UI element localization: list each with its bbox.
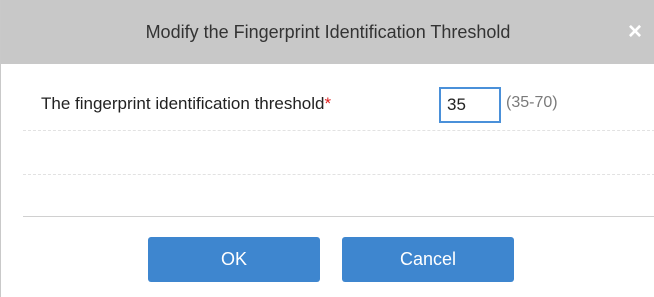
- footer-divider: [23, 216, 654, 217]
- threshold-dialog: Modify the Fingerprint Identification Th…: [0, 0, 654, 297]
- threshold-label: The fingerprint identification threshold…: [41, 94, 331, 114]
- dialog-titlebar: Modify the Fingerprint Identification Th…: [1, 0, 654, 64]
- required-marker: *: [324, 94, 332, 113]
- threshold-input[interactable]: [439, 87, 501, 123]
- close-icon[interactable]: ×: [623, 20, 647, 44]
- row-divider: [23, 130, 654, 131]
- row-divider: [23, 174, 654, 175]
- range-hint: (35-70): [506, 94, 558, 111]
- ok-button[interactable]: OK: [148, 237, 320, 282]
- threshold-label-text: The fingerprint identification threshold: [41, 94, 325, 113]
- cancel-button[interactable]: Cancel: [342, 237, 514, 282]
- dialog-title: Modify the Fingerprint Identification Th…: [145, 22, 511, 42]
